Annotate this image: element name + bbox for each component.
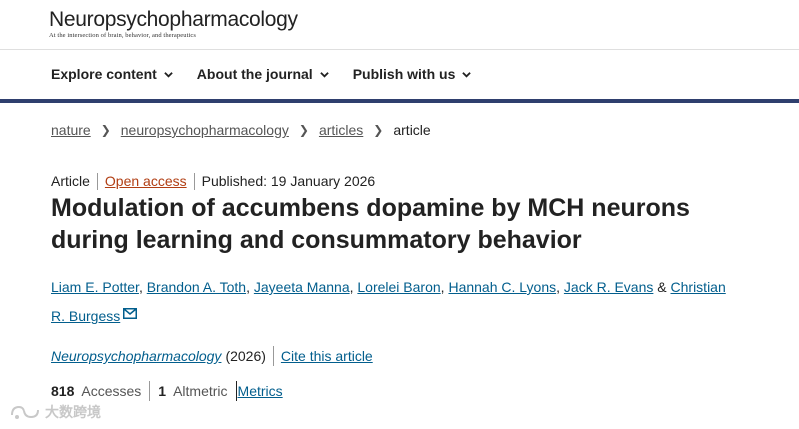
nav-accent-bar <box>0 99 799 103</box>
breadcrumb-journal[interactable]: neuropsychopharmacology <box>121 122 289 138</box>
author-link[interactable]: Jack R. Evans <box>564 279 653 295</box>
watermark-logo-icon <box>11 405 39 419</box>
breadcrumb-current: article <box>393 122 431 138</box>
divider <box>272 346 274 366</box>
header-divider <box>0 49 799 50</box>
journal-logo[interactable]: Neuropsychopharmacology At the intersect… <box>49 8 298 39</box>
author-link[interactable]: Liam E. Potter <box>51 279 139 295</box>
chevron-down-icon <box>164 71 173 78</box>
citation-line: Neuropsychopharmacology (2026) Cite this… <box>51 346 373 366</box>
accesses-label: Accesses <box>81 383 142 399</box>
main-nav: Explore content About the journal Publis… <box>51 66 495 82</box>
chevron-down-icon <box>462 71 472 78</box>
author-separator: , <box>349 279 354 295</box>
nav-publish-with-us[interactable]: Publish with us <box>353 66 472 82</box>
breadcrumb: nature ❯ neuropsychopharmacology ❯ artic… <box>51 122 431 138</box>
watermark-text: 大数跨境 <box>45 404 101 420</box>
logo-tagline: At the intersection of brain, behavior, … <box>49 32 197 39</box>
nav-explore-content-label: Explore content <box>51 66 157 82</box>
nav-explore-content[interactable]: Explore content <box>51 66 173 82</box>
nav-about-journal[interactable]: About the journal <box>197 66 329 82</box>
altmetric-count: 1 <box>158 383 167 399</box>
metrics-bar: 818 Accesses 1 Altmetric Metrics <box>51 381 283 401</box>
chevron-right-icon: ❯ <box>373 123 384 137</box>
logo-title: Neuropsychopharmacology <box>49 8 298 31</box>
author-list: Liam E. Potter, Brandon A. Toth, Jayeeta… <box>51 273 741 331</box>
published-date: Published: 19 January 2026 <box>193 173 383 190</box>
breadcrumb-nature[interactable]: nature <box>51 122 91 138</box>
chevron-right-icon: ❯ <box>100 123 111 137</box>
publication-year: (2026) <box>225 348 266 364</box>
nav-about-journal-label: About the journal <box>196 66 313 82</box>
divider <box>235 381 237 401</box>
author-link[interactable]: Hannah C. Lyons <box>448 279 556 295</box>
envelope-icon[interactable] <box>123 308 138 319</box>
cite-article-link[interactable]: Cite this article <box>281 348 373 364</box>
watermark: 大数跨境 <box>9 402 101 422</box>
chevron-down-icon <box>319 71 329 78</box>
author-joiner: & <box>657 279 667 295</box>
author-link[interactable]: Brandon A. Toth <box>147 279 246 295</box>
author-link[interactable]: Jayeeta Manna <box>254 279 350 295</box>
author-separator: , <box>246 279 250 295</box>
metrics-link[interactable]: Metrics <box>238 383 283 399</box>
divider <box>149 381 151 401</box>
open-access-link[interactable]: Open access <box>105 173 187 189</box>
author-separator: , <box>440 279 445 295</box>
chevron-right-icon: ❯ <box>298 123 309 137</box>
article-title: Modulation of accumbens dopamine by MCH … <box>51 194 690 254</box>
journal-link[interactable]: Neuropsychopharmacology <box>51 348 221 364</box>
nav-publish-with-us-label: Publish with us <box>352 66 456 82</box>
article-meta: Article Open access Published: 19 Januar… <box>51 173 382 190</box>
author-link[interactable]: Lorelei Baron <box>357 279 440 295</box>
breadcrumb-articles[interactable]: articles <box>319 122 363 138</box>
accesses-count: 818 <box>51 383 75 399</box>
author-separator: , <box>556 279 561 295</box>
article-type: Article <box>51 173 90 189</box>
altmetric-label: Altmetric <box>173 383 228 399</box>
author-separator: , <box>138 279 143 295</box>
